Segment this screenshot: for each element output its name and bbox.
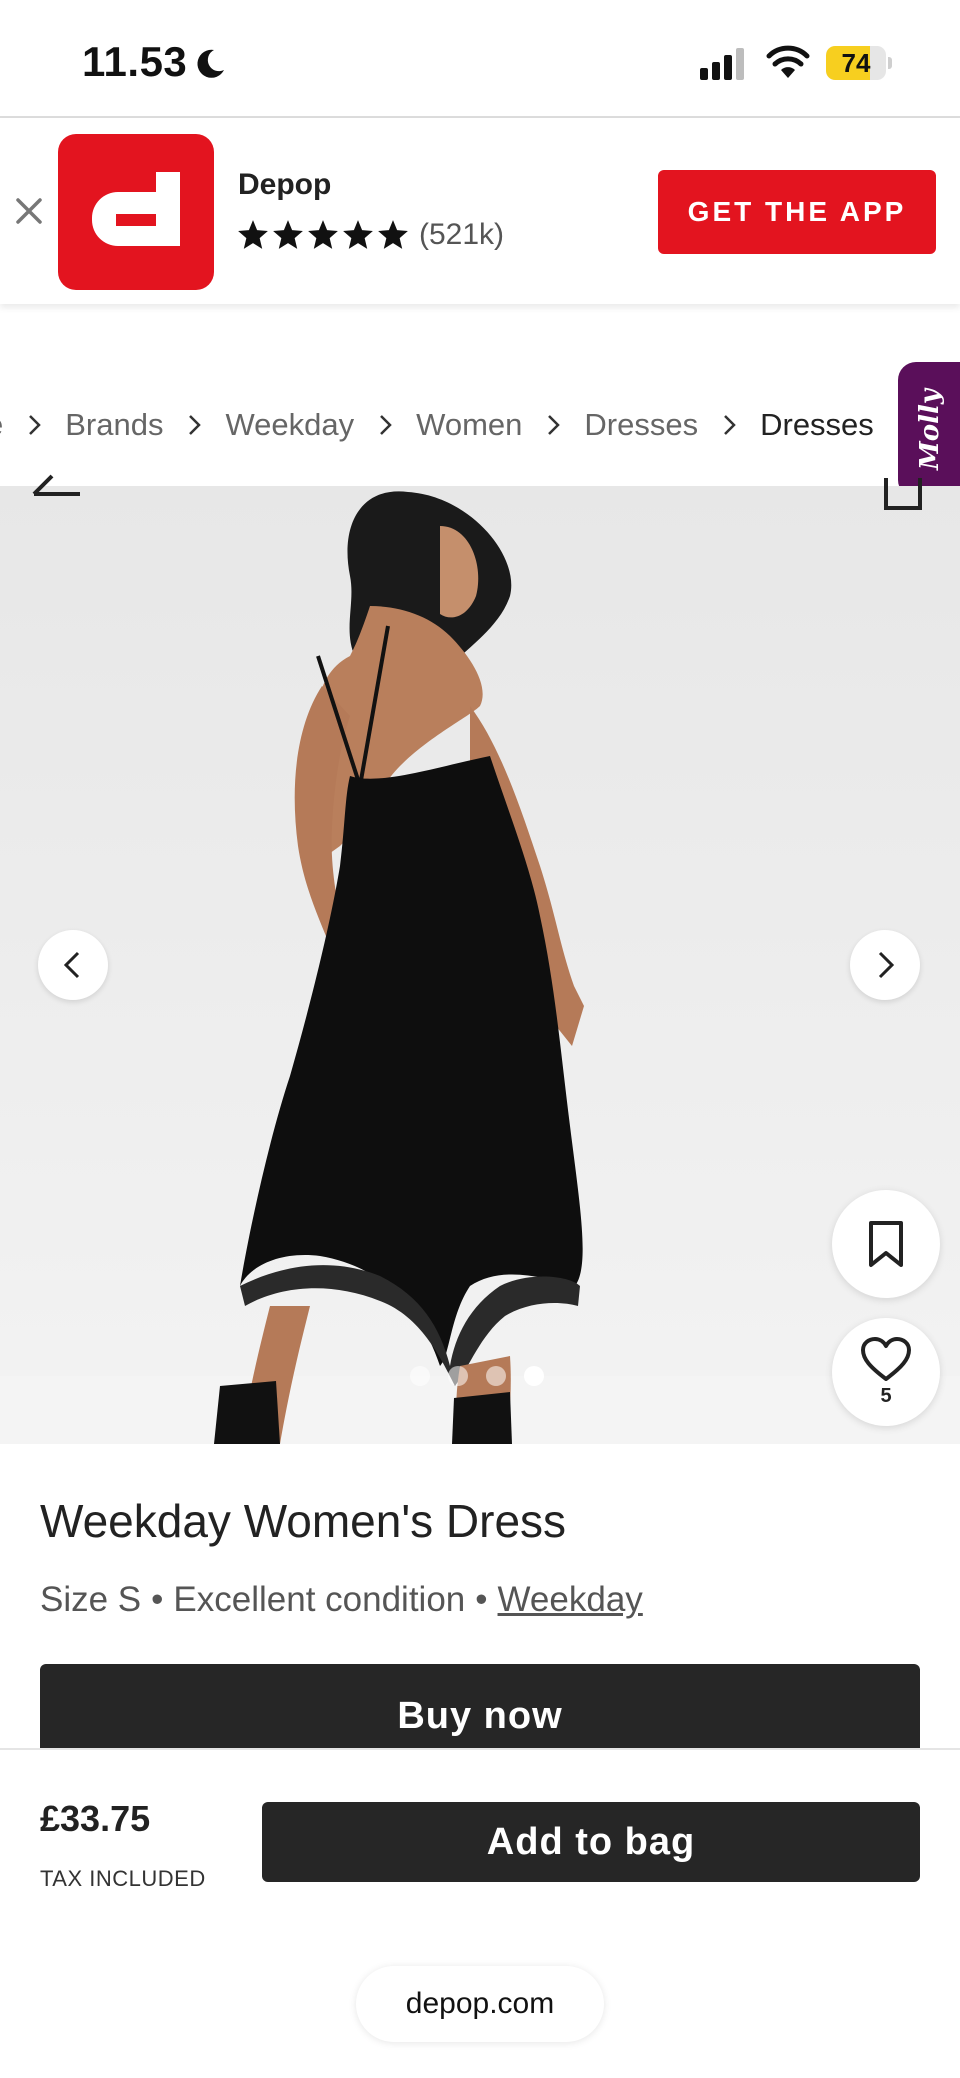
- price: £33.75: [40, 1798, 151, 1839]
- get-the-app-button[interactable]: GET THE APP: [658, 170, 936, 254]
- add-to-bag-button[interactable]: Add to bag: [262, 1802, 920, 1882]
- like-button[interactable]: 5: [832, 1318, 940, 1426]
- buy-now-button[interactable]: Buy now: [40, 1664, 920, 1752]
- depop-logo: [92, 172, 180, 246]
- wifi-icon: [766, 45, 810, 78]
- carousel-dot[interactable]: [524, 1366, 544, 1386]
- chevron-right-icon: [29, 415, 42, 435]
- carousel-dot[interactable]: [410, 1366, 430, 1386]
- heart-icon: [861, 1336, 911, 1381]
- signal-icon: [700, 48, 744, 80]
- molly-tab-label: Molly: [915, 389, 945, 471]
- save-button[interactable]: [832, 1190, 940, 1298]
- star-icon: [378, 220, 408, 249]
- breadcrumb-item-dresses[interactable]: Dresses: [584, 407, 698, 443]
- chevron-right-icon: [189, 415, 202, 435]
- star-icon: [343, 220, 373, 249]
- rating-count: (521k): [419, 218, 505, 251]
- breadcrumb-item-home[interactable]: e: [0, 407, 3, 443]
- chevron-right-icon: [878, 951, 895, 979]
- star-icon: [238, 220, 268, 249]
- carousel-prev-button[interactable]: [38, 930, 108, 1000]
- moon-icon: [197, 49, 224, 78]
- chevron-right-icon: [724, 415, 736, 435]
- meta-separator: •: [151, 1580, 164, 1619]
- product-condition: Excellent condition: [173, 1580, 466, 1619]
- carousel-dots: [410, 1366, 544, 1386]
- star-icon: [308, 220, 338, 249]
- carousel-dot[interactable]: [486, 1366, 506, 1386]
- carousel-next-button[interactable]: [850, 930, 920, 1000]
- chevron-left-icon: [63, 951, 80, 979]
- product-title: Weekday Women's Dress: [40, 1495, 567, 1547]
- chevron-right-icon: [380, 415, 392, 435]
- status-bar: 11.53 74: [0, 0, 960, 116]
- breadcrumb: e Brands Weekday Women Dresses Dresses: [0, 400, 874, 450]
- app-rating: (521k): [236, 218, 504, 252]
- status-time: 11.53: [82, 38, 188, 85]
- battery-level: 74: [841, 48, 871, 78]
- product-meta: Size S • Excellent condition • Weekday: [40, 1580, 643, 1620]
- carousel-dot[interactable]: [448, 1366, 468, 1386]
- meta-separator: •: [475, 1580, 488, 1619]
- close-icon[interactable]: [14, 196, 44, 226]
- breadcrumb-item-women[interactable]: Women: [416, 407, 522, 443]
- star-icon: [273, 220, 303, 249]
- depop-app-icon: [58, 134, 214, 290]
- product-size: Size S: [40, 1580, 142, 1619]
- product-image[interactable]: [0, 486, 960, 1444]
- tax-note: TAX INCLUDED: [40, 1866, 206, 1891]
- like-count: 5: [880, 1384, 892, 1407]
- battery-icon: 74: [826, 46, 892, 80]
- share-icon[interactable]: [882, 476, 924, 512]
- breadcrumb-item-current: Dresses: [760, 407, 874, 442]
- brand-link[interactable]: Weekday: [498, 1580, 643, 1620]
- product-photo: [0, 491, 960, 1444]
- browser-url-bar[interactable]: depop.com: [356, 1966, 604, 2042]
- back-arrow-icon[interactable]: [30, 474, 86, 504]
- breadcrumb-item-brands[interactable]: Brands: [65, 407, 163, 443]
- breadcrumb-item-weekday[interactable]: Weekday: [225, 407, 354, 443]
- bookmark-icon: [869, 1221, 903, 1267]
- chevron-right-icon: [548, 415, 561, 435]
- app-name: Depop: [238, 168, 332, 201]
